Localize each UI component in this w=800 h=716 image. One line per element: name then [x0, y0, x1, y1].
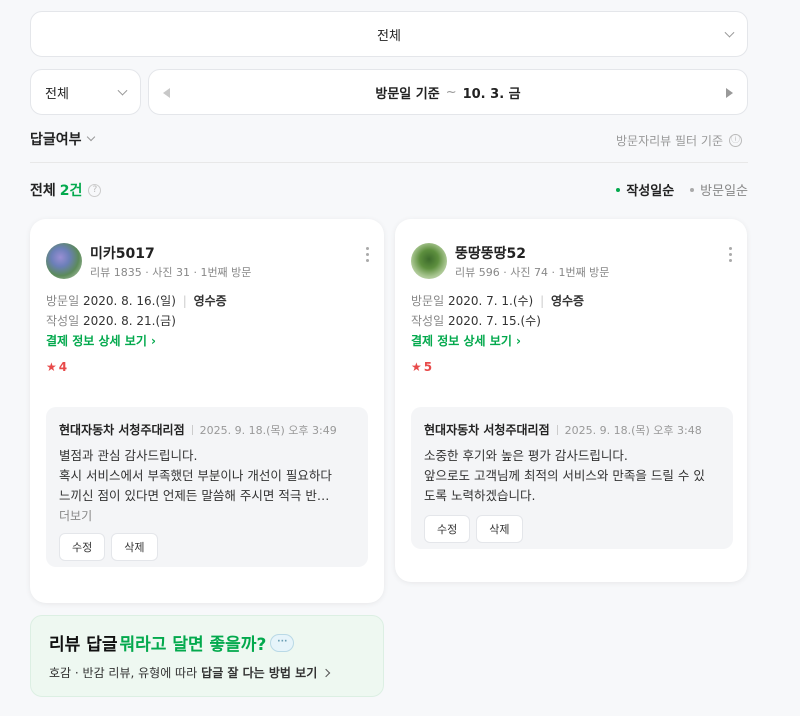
chevron-right-icon	[321, 668, 331, 677]
reply-store-name: 현대자동차 서청주대리점	[424, 423, 550, 437]
owner-reply: 현대자동차 서청주대리점 2025. 9. 18.(목) 오후 3:48 소중한…	[411, 407, 733, 549]
date-end[interactable]: 10. 3. 금	[463, 83, 521, 102]
receipt-badge: 영수증	[193, 294, 227, 308]
date-range-picker: 방문일 기준 ~ 10. 3. 금	[148, 69, 748, 115]
sort-by-written[interactable]: 작성일순	[616, 180, 674, 199]
star-icon: ★	[411, 360, 422, 374]
visit-date: 2020. 7. 1.(수)	[447, 294, 534, 308]
payment-detail-link[interactable]: 결제 정보 상세 보기 ›	[46, 332, 156, 349]
date-separator: ~	[445, 84, 457, 100]
store-select[interactable]: 전체	[30, 11, 748, 57]
edit-button[interactable]: 수정	[59, 533, 106, 561]
written-date-line: 작성일 2020. 8. 21.(금)	[46, 312, 176, 329]
visit-date-line: 방문일 2020. 8. 16.(일) | 영수증	[46, 292, 227, 309]
review-total: 전체 2건 ?	[30, 180, 102, 200]
written-date: 2020. 8. 21.(금)	[82, 314, 176, 328]
filter-basis-label: 방문자리뷰 필터 기준	[616, 134, 723, 148]
banner-title-plain: 리뷰 답글	[49, 635, 118, 655]
banner-sub-link[interactable]: 답글 잘 다는 방법 보기	[201, 664, 317, 681]
written-date-line: 작성일 2020. 7. 15.(수)	[411, 312, 541, 329]
more-options-icon[interactable]	[366, 247, 370, 262]
speech-bubble-icon: ···	[270, 633, 295, 652]
visit-date-line: 방문일 2020. 7. 1.(수) | 영수증	[411, 292, 584, 309]
visit-date: 2020. 8. 16.(일)	[82, 294, 176, 308]
reviewer-nickname[interactable]: 뚱땅뚱땅52	[455, 243, 526, 263]
reply-guide-banner[interactable]: 리뷰 답글 뭐라고 달면 좋을까? ··· 호감 · 반감 리뷰, 유형에 따라…	[30, 615, 384, 697]
visit-label: 방문일	[46, 294, 80, 308]
sort-by-visit-label: 방문일순	[700, 184, 748, 199]
dot-icon	[690, 187, 695, 192]
reply-line: 앞으로도 고객님께 최적의 서비스와 만족을 드릴 수 있	[424, 468, 705, 483]
reply-text: 소중한 후기와 높은 평가 감사드립니다. 앞으로도 고객님께 최적의 서비스와…	[424, 446, 720, 506]
reply-date: 2025. 9. 18.(목) 오후 3:49	[199, 423, 337, 437]
reply-store-name: 현대자동차 서청주대리점	[59, 423, 185, 437]
reply-actions: 수정 삭제	[59, 533, 355, 561]
rating-value: 4	[58, 360, 68, 374]
written-date: 2020. 7. 15.(수)	[447, 314, 541, 328]
prev-date-icon[interactable]	[163, 88, 170, 98]
reviewer-meta: 리뷰 596 · 사진 74 · 1번째 방문	[455, 266, 610, 279]
visit-label: 방문일	[411, 294, 445, 308]
dot-icon	[616, 187, 621, 192]
written-label: 작성일	[46, 314, 80, 328]
divider	[30, 162, 748, 163]
reply-date: 2025. 9. 18.(목) 오후 3:48	[564, 423, 702, 437]
total-label: 전체	[30, 183, 56, 199]
separator	[191, 424, 193, 435]
banner-sub-plain: 호감 · 반감 리뷰, 유형에 따라	[49, 666, 198, 680]
chevron-down-icon	[724, 27, 735, 38]
separator: |	[182, 294, 187, 308]
receipt-badge: 영수증	[550, 294, 585, 308]
reply-line: 소중한 후기와 높은 평가 감사드립니다.	[424, 448, 628, 463]
reply-more-link[interactable]: 더보기	[59, 507, 355, 524]
rating: ★ 5	[411, 360, 432, 374]
type-select[interactable]: 전체	[30, 69, 141, 115]
review-card: 뚱땅뚱땅52 리뷰 596 · 사진 74 · 1번째 방문 방문일 2020.…	[395, 219, 747, 582]
avatar[interactable]	[46, 243, 82, 279]
filter-basis: 방문자리뷰 필터 기준 ⓘ	[616, 132, 742, 149]
payment-detail-link[interactable]: 결제 정보 상세 보기 ›	[411, 332, 521, 349]
reply-header: 현대자동차 서청주대리점 2025. 9. 18.(목) 오후 3:49	[59, 421, 355, 438]
reply-filter-label: 답글여부	[30, 132, 82, 148]
chevron-down-icon	[86, 132, 95, 142]
help-icon[interactable]: ?	[88, 183, 102, 197]
info-icon[interactable]: ⓘ	[729, 134, 742, 147]
reply-line: 느끼신 점이 있다면 언제든 말씀해 주시면 적극 반…	[59, 488, 330, 503]
sort-options: 작성일순 방문일순	[616, 180, 748, 199]
sort-by-written-label: 작성일순	[626, 184, 675, 199]
separator	[556, 424, 558, 435]
owner-reply: 현대자동차 서청주대리점 2025. 9. 18.(목) 오후 3:49 별점과…	[46, 407, 368, 567]
reply-header: 현대자동차 서청주대리점 2025. 9. 18.(목) 오후 3:48	[424, 421, 720, 438]
rating-value: 5	[423, 360, 433, 374]
banner-subtitle: 호감 · 반감 리뷰, 유형에 따라 답글 잘 다는 방법 보기	[49, 664, 365, 681]
written-label: 작성일	[411, 314, 445, 328]
reviewer-meta: 리뷰 1835 · 사진 31 · 1번째 방문	[90, 266, 252, 279]
rating: ★ 4	[46, 360, 67, 374]
store-select-value: 전체	[377, 28, 401, 44]
banner-title-highlight: 뭐라고 달면 좋을까?	[119, 635, 267, 655]
avatar[interactable]	[411, 243, 447, 279]
reply-actions: 수정 삭제	[424, 515, 720, 543]
date-basis: 방문일 기준	[375, 86, 440, 102]
reply-line: 혹시 서비스에서 부족했던 부분이나 개선이 필요하다	[59, 468, 332, 483]
total-count: 2건	[59, 183, 83, 199]
type-select-value: 전체	[45, 86, 69, 102]
sort-by-visit[interactable]: 방문일순	[690, 180, 748, 199]
chevron-down-icon	[117, 85, 128, 96]
reviewer-nickname[interactable]: 미카5017	[90, 243, 155, 263]
edit-button[interactable]: 수정	[424, 515, 471, 543]
separator: |	[540, 294, 545, 308]
reply-line: 도록 노력하겠습니다.	[424, 488, 536, 503]
reply-filter-dropdown[interactable]: 답글여부	[30, 129, 95, 149]
more-options-icon[interactable]	[729, 247, 733, 262]
reply-line: 별점과 관심 감사드립니다.	[59, 448, 198, 463]
delete-button[interactable]: 삭제	[111, 533, 158, 561]
banner-title: 리뷰 답글 뭐라고 달면 좋을까? ···	[49, 630, 365, 655]
reply-text: 별점과 관심 감사드립니다. 혹시 서비스에서 부족했던 부분이나 개선이 필요…	[59, 446, 355, 506]
delete-button[interactable]: 삭제	[476, 515, 523, 543]
star-icon: ★	[46, 360, 57, 374]
review-card: 미카5017 리뷰 1835 · 사진 31 · 1번째 방문 방문일 2020…	[30, 219, 384, 603]
next-date-icon[interactable]	[726, 88, 733, 98]
